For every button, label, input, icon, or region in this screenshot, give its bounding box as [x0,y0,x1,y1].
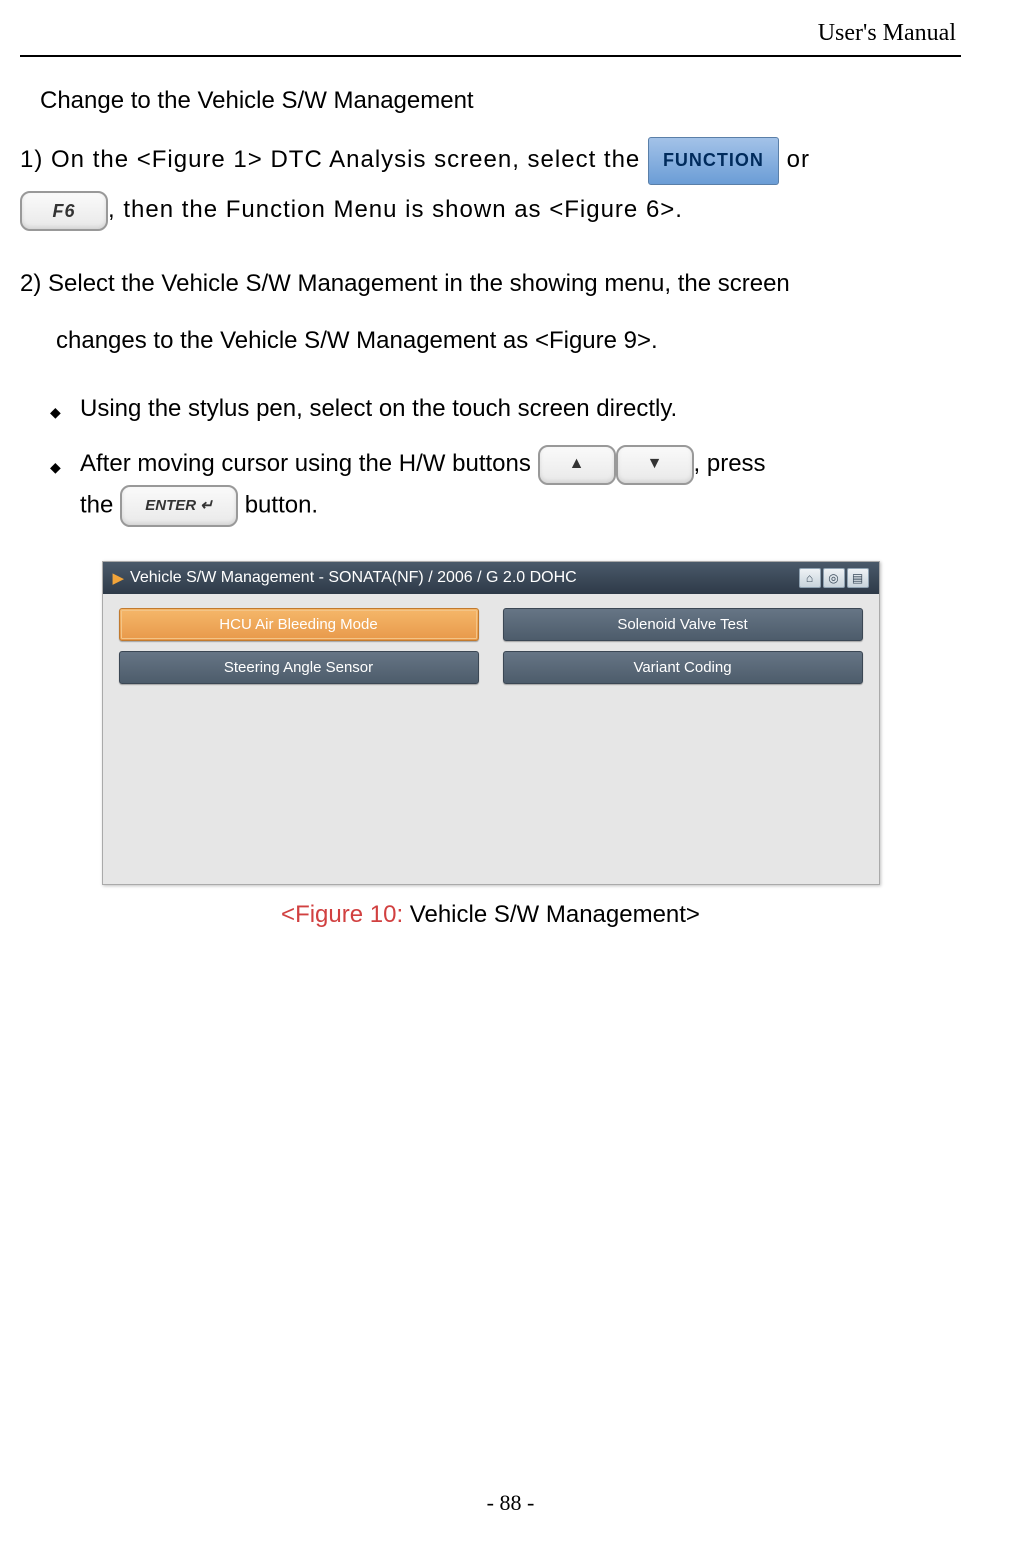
arrow-up-key-icon: ▲ [538,445,616,485]
f6-key-icon: F6 [20,191,108,231]
step2-line2: changes to the Vehicle S/W Management as… [20,321,961,362]
step-1: 1) On the <Figure 1> DTC Analysis screen… [20,135,961,236]
hcu-air-bleeding-button[interactable]: HCU Air Bleeding Mode [119,608,479,641]
bullet2-p3: the [80,491,120,518]
app-title-left: ▶ Vehicle S/W Management - SONATA(NF) / … [113,569,577,587]
header-title: User's Manual [818,20,956,46]
step2-line1: 2) Select the Vehicle S/W Management in … [20,264,961,305]
page-number: - 88 - [0,1490,1021,1516]
step1-text-mid: or [787,146,810,173]
figure-10: ▶ Vehicle S/W Management - SONATA(NF) / … [102,561,880,929]
solenoid-valve-test-button[interactable]: Solenoid Valve Test [503,608,863,641]
page-content: Change to the Vehicle S/W Management 1) … [20,57,961,929]
variant-coding-button[interactable]: Variant Coding [503,651,863,684]
app-window: ▶ Vehicle S/W Management - SONATA(NF) / … [102,561,880,885]
app-body: HCU Air Bleeding Mode Solenoid Valve Tes… [103,594,879,884]
vehicle-icon[interactable]: ▤ [847,568,869,588]
arrow-down-key-icon: ▼ [616,445,694,485]
titlebar-arrow-icon: ▶ [113,569,125,587]
bullet2-p1: After moving cursor using the H/W button… [80,450,538,477]
camera-icon[interactable]: ◎ [823,568,845,588]
function-button-icon: FUNCTION [648,137,779,185]
page-header: User's Manual [20,20,961,57]
bullet2-p2: , press [694,450,766,477]
figure-caption: <Figure 10: Vehicle S/W Management> [102,901,880,929]
button-grid: HCU Air Bleeding Mode Solenoid Valve Tes… [119,608,863,684]
steering-angle-sensor-button[interactable]: Steering Angle Sensor [119,651,479,684]
bullet-2: After moving cursor using the H/W button… [20,444,961,527]
bullet-list: Using the stylus pen, select on the touc… [20,389,961,527]
enter-key-icon: ENTER ↵ [120,485,238,527]
bullet2-p4: button. [245,491,318,518]
step1-text-suffix: , then the Function Menu is shown as <Fi… [108,196,683,223]
figure-caption-number: <Figure 10: [281,901,403,928]
figure-caption-text: Vehicle S/W Management> [403,901,700,928]
app-titlebar: ▶ Vehicle S/W Management - SONATA(NF) / … [103,562,879,594]
section-title: Change to the Vehicle S/W Management [40,87,961,115]
step1-text-prefix: 1) On the <Figure 1> DTC Analysis screen… [20,146,648,173]
step-2: 2) Select the Vehicle S/W Management in … [20,264,961,362]
bullet-1: Using the stylus pen, select on the touc… [20,389,961,430]
home-icon[interactable]: ⌂ [799,568,821,588]
titlebar-text: Vehicle S/W Management - SONATA(NF) / 20… [130,569,577,587]
titlebar-icons: ⌂ ◎ ▤ [799,568,869,588]
